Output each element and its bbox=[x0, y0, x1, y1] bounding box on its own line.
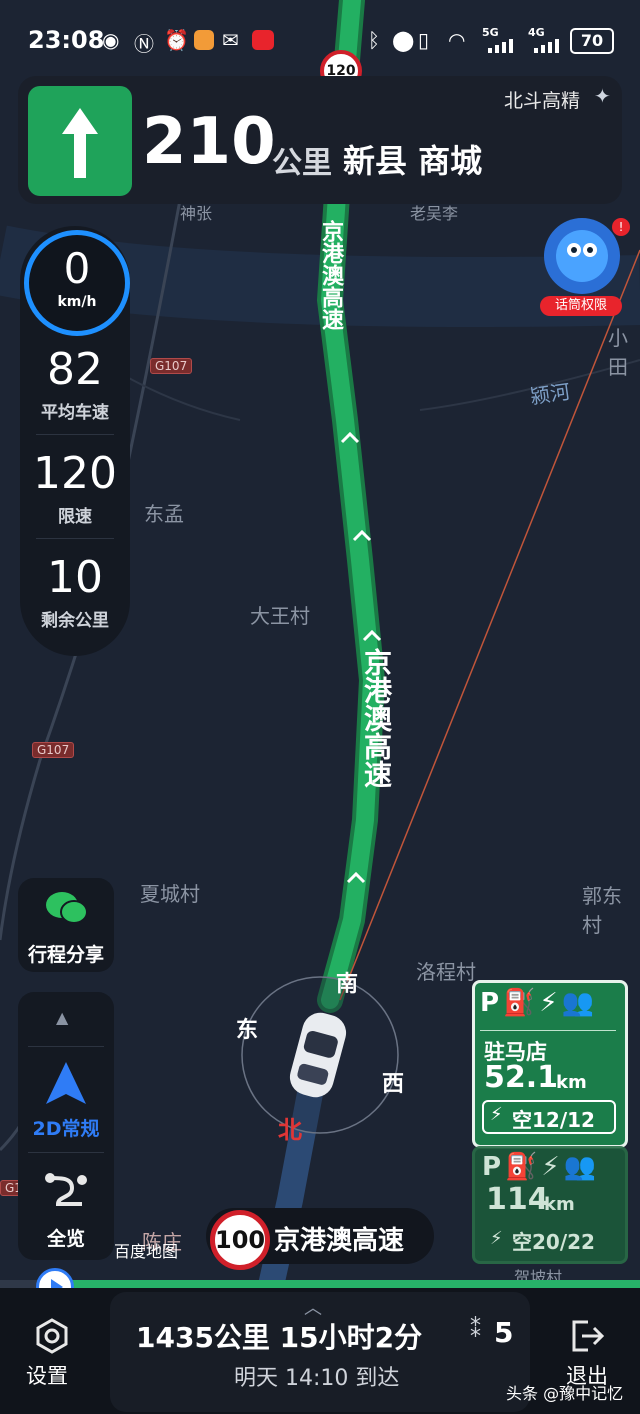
current-speed: 0 bbox=[63, 244, 91, 293]
map-label: 夏城村 bbox=[140, 882, 200, 906]
overview-route-icon[interactable] bbox=[42, 1168, 92, 1212]
alarm-icon: ⏰ bbox=[164, 28, 189, 52]
divider bbox=[28, 1152, 104, 1153]
direction-box bbox=[28, 86, 132, 196]
current-road-name: 京港澳高速 bbox=[274, 1226, 405, 1256]
trip-summary: 1435公里 15小时2分 bbox=[136, 1321, 423, 1354]
remaining-km-value: 10 bbox=[47, 552, 103, 603]
wechat-icon bbox=[42, 888, 90, 928]
settings-label[interactable]: 设置 bbox=[26, 1360, 68, 1390]
charging-availability: 空12/12 bbox=[512, 1108, 595, 1132]
overview-button[interactable]: 全览 bbox=[18, 1224, 114, 1251]
redbook-icon bbox=[252, 30, 274, 50]
road-tag: G107 bbox=[32, 742, 75, 758]
remaining-km-label: 剩余公里 bbox=[41, 611, 109, 631]
signal-bars-2 bbox=[530, 38, 566, 53]
charging-icon: ⚡ bbox=[490, 1104, 503, 1125]
service-icons: P⛽⚡👥 bbox=[480, 988, 599, 1018]
map-label: 郭东村 bbox=[582, 884, 622, 937]
mic-permission-label[interactable]: 话筒权限 bbox=[540, 296, 622, 316]
settings-icon[interactable] bbox=[32, 1316, 72, 1356]
highway-label: 京港澳高速 bbox=[360, 648, 393, 788]
avg-speed-value: 82 bbox=[47, 344, 103, 395]
compass-east: 东 bbox=[236, 1018, 259, 1043]
guidance-road: 新县 商城 bbox=[343, 142, 483, 180]
divider bbox=[36, 538, 114, 539]
compass-south: 南 bbox=[336, 972, 359, 997]
straight-arrow-icon bbox=[62, 108, 98, 178]
app-icon bbox=[194, 30, 214, 50]
trip-share-label: 行程分享 bbox=[27, 944, 104, 966]
service-area-unit: km bbox=[556, 1072, 587, 1093]
voice-assistant-avatar[interactable] bbox=[544, 218, 620, 294]
guidance-unit: 公里 bbox=[272, 146, 332, 181]
collapse-up-icon[interactable]: ▲ bbox=[56, 1008, 68, 1027]
exit-icon[interactable] bbox=[568, 1316, 608, 1356]
charging-availability: 空20/22 bbox=[512, 1230, 595, 1254]
highway-label-top: 京港澳高速 bbox=[318, 220, 343, 330]
beidou-label: 北斗高精 bbox=[504, 90, 581, 112]
arrival-time: 明天 14:10 到达 bbox=[234, 1366, 400, 1391]
battery-indicator: 70 bbox=[570, 28, 614, 54]
service-area-unit: km bbox=[544, 1194, 575, 1215]
bluetooth-icon: ᛒ bbox=[368, 28, 380, 52]
mode-2d-button[interactable]: 2D常规 bbox=[18, 1114, 114, 1141]
map-label: 神张 bbox=[180, 204, 213, 223]
location-icon: ⬤ bbox=[392, 28, 415, 52]
satellite-icon: ✦ bbox=[594, 84, 611, 108]
traffic-light-icon: ⁑ bbox=[470, 1318, 481, 1343]
eye-icon: ◉ bbox=[102, 28, 120, 52]
wechat-icon: ✉ bbox=[222, 28, 239, 52]
hotspot-icon: ◠ bbox=[448, 28, 466, 52]
current-speed-limit: 100 bbox=[210, 1210, 270, 1270]
divider bbox=[28, 1046, 104, 1047]
map-label: 大王村 bbox=[250, 604, 310, 628]
compass-west: 西 bbox=[382, 1072, 405, 1097]
signal-bars-1 bbox=[484, 38, 520, 53]
service-icons: P⛽⚡👥 bbox=[482, 1152, 601, 1182]
charging-icon: ⚡ bbox=[490, 1228, 503, 1249]
guidance-distance: 210 bbox=[142, 105, 276, 179]
speed-unit: km/h bbox=[57, 294, 97, 310]
traffic-light-count: 5 bbox=[494, 1316, 514, 1349]
road-tag: G107 bbox=[150, 358, 193, 374]
avg-speed-label: 平均车速 bbox=[41, 403, 109, 423]
alert-badge: ! bbox=[612, 218, 630, 236]
divider bbox=[36, 434, 114, 435]
vibrate-icon: ▯ bbox=[418, 28, 430, 52]
clock: 23:08 bbox=[28, 26, 105, 54]
route-progress-fill bbox=[51, 1280, 640, 1288]
map-label: 洛程村 bbox=[416, 960, 476, 984]
compass-north: 北 bbox=[278, 1116, 302, 1144]
baidu-logo: 百度地图 bbox=[114, 1242, 179, 1261]
service-area-distance: 52.1 bbox=[484, 1060, 559, 1095]
river-label: 颍河 bbox=[528, 379, 572, 409]
navigation-arrow-icon[interactable] bbox=[42, 1060, 90, 1106]
map-label: 老吴李 bbox=[410, 204, 459, 223]
divider bbox=[480, 1030, 616, 1031]
watermark: 头条 @豫中记忆 bbox=[506, 1384, 624, 1403]
speed-limit-value: 120 bbox=[33, 448, 117, 499]
nfc-icon: Ⓝ bbox=[134, 32, 154, 56]
map-label: 小田 bbox=[608, 326, 628, 379]
service-area-distance: 114 bbox=[486, 1182, 549, 1217]
map-label: 东孟 bbox=[144, 502, 184, 526]
speed-limit-label: 限速 bbox=[58, 507, 92, 527]
